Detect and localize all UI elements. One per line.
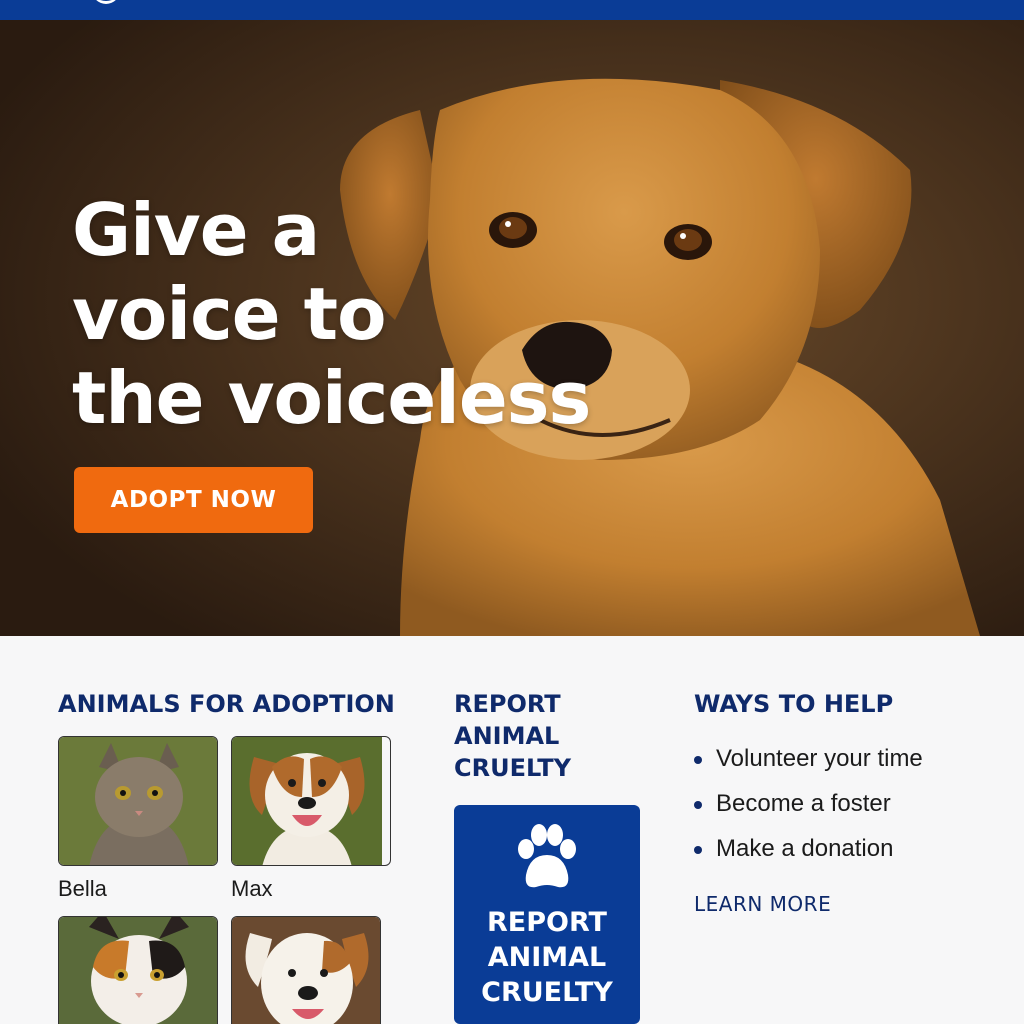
help-item-foster[interactable]: Become a foster [694, 787, 923, 832]
help-heading: WAYS TO HELP [694, 690, 894, 718]
adopt-now-button[interactable]: ADOPT NOW [74, 467, 313, 533]
adoption-heading: ANIMALS FOR ADOPTION [58, 690, 395, 718]
report-button-line: ANIMAL [487, 942, 607, 973]
dog-photo [232, 737, 382, 865]
report-heading-line: REPORT [454, 690, 561, 718]
hero-title-line: voice to [72, 272, 387, 356]
report-heading-line: ANIMAL [454, 722, 560, 750]
pet-card-bella[interactable] [58, 736, 218, 866]
logo-icon[interactable] [92, 0, 120, 4]
help-list: Volunteer your time Become a foster Make… [694, 742, 923, 877]
pet-card[interactable] [231, 916, 381, 1024]
pet-name: Max [231, 876, 273, 901]
report-button-line: REPORT [487, 907, 607, 938]
dog-photo [232, 917, 380, 1024]
hero-title-line: the voiceless [72, 356, 591, 440]
paw-icon [518, 824, 576, 888]
learn-more-link[interactable]: LEARN MORE [694, 892, 831, 916]
help-item-volunteer[interactable]: Volunteer your time [694, 742, 923, 787]
report-button-label: REPORT ANIMAL CRUELTY [454, 905, 640, 1010]
pet-card-max[interactable] [231, 736, 391, 866]
hero-banner: Give a voice to the voiceless ADOPT NOW [0, 20, 1024, 636]
hero-title-line: Give a [72, 188, 320, 272]
report-heading-line: CRUELTY [454, 754, 572, 782]
pet-card[interactable] [58, 916, 218, 1024]
hero-title: Give a voice to the voiceless [72, 188, 592, 440]
content-section: ANIMALS FOR ADOPTION Bella Max REPORT AN… [0, 636, 1024, 1024]
report-button-line: CRUELTY [481, 977, 613, 1008]
report-cruelty-button[interactable]: REPORT ANIMAL CRUELTY [454, 805, 640, 1024]
top-nav-bar [0, 0, 1024, 20]
cat-photo [59, 917, 217, 1024]
pet-name: Bella [58, 876, 107, 901]
cat-photo [59, 737, 217, 865]
help-item-donation[interactable]: Make a donation [694, 832, 923, 877]
report-heading: REPORT ANIMAL CRUELTY [454, 688, 654, 784]
